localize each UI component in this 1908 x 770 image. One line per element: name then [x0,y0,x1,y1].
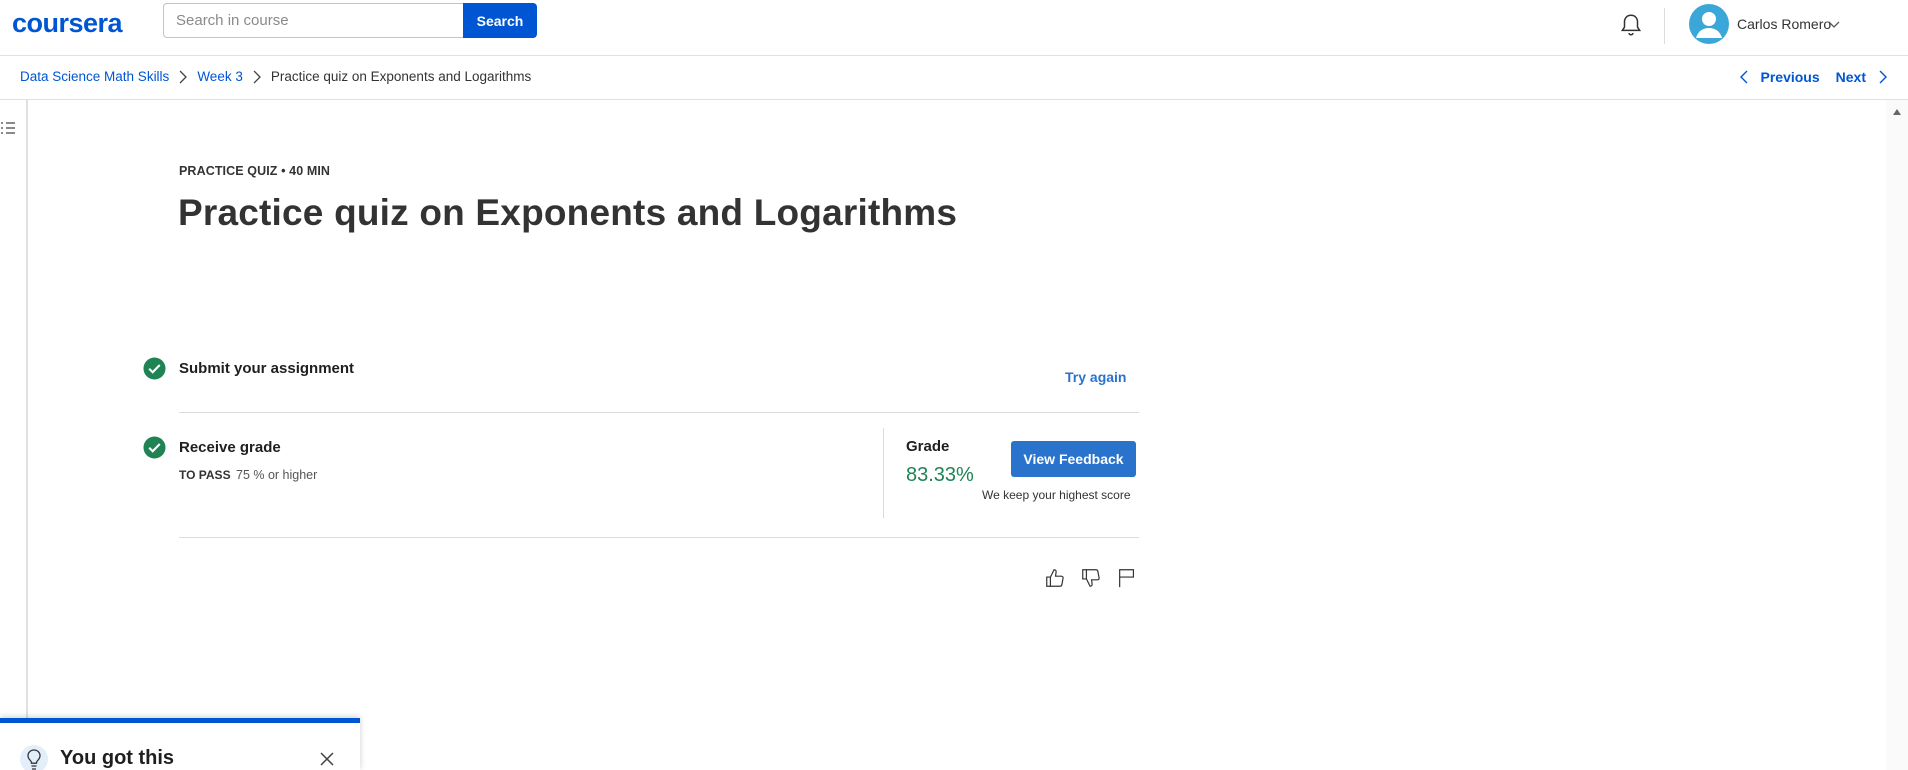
course-menu-icon[interactable] [0,120,16,136]
item-type-label: PRACTICE QUIZ • 40 MIN [179,164,331,178]
header-divider [1664,8,1665,44]
breadcrumb: Data Science Math Skills Week 3 Practice… [20,69,531,84]
to-pass-label: TO PASS [179,468,231,482]
chevron-right-icon [253,70,261,83]
breadcrumb-bar: Data Science Math Skills Week 3 Practice… [0,56,1908,100]
to-pass-value: 75 % or higher [236,468,318,482]
grade-label: Grade [906,438,950,455]
thumbs-down-icon[interactable] [1080,566,1102,590]
highest-score-note: We keep your highest score [982,488,1131,502]
try-again-link[interactable]: Try again [1065,369,1126,385]
top-header: coursera Search Carlos Romero [0,0,1908,56]
submit-step-title: Submit your assignment [179,360,355,377]
chevron-down-icon[interactable] [1828,19,1840,29]
page-title: Practice quiz on Exponents and Logarithm… [178,192,958,233]
search-button[interactable]: Search [463,3,537,38]
divider [179,412,1139,413]
view-feedback-button[interactable]: View Feedback [1011,441,1136,477]
divider [179,537,1139,538]
chevron-right-icon [179,70,188,83]
toast-title: You got this [60,747,175,769]
grade-value: 83.33% [906,464,974,486]
avatar[interactable] [1689,4,1729,44]
grade-divider [883,428,884,518]
vertical-scrollbar[interactable] [1886,100,1908,770]
receive-grade-title: Receive grade [179,439,281,456]
search-input[interactable] [163,3,463,38]
user-icon [1696,12,1722,38]
bell-icon[interactable] [1618,12,1644,38]
close-icon[interactable] [319,751,335,767]
thumbs-up-icon[interactable] [1044,566,1066,590]
previous-link[interactable]: Previous [1761,69,1820,85]
breadcrumb-course[interactable]: Data Science Math Skills [20,69,169,84]
breadcrumb-week[interactable]: Week 3 [197,69,243,84]
next-link[interactable]: Next [1836,69,1866,85]
left-rail [0,100,28,770]
prev-next-nav: Previous Next [1739,69,1889,85]
user-name[interactable]: Carlos Romero [1737,16,1831,32]
coach-toast: You got this [0,718,360,770]
lightbulb-icon [20,745,48,770]
flag-icon[interactable] [1116,566,1138,590]
check-circle-icon [143,357,166,380]
scroll-up-arrow-icon[interactable] [1892,108,1902,116]
chevron-left-icon[interactable] [1739,70,1749,84]
coursera-logo[interactable]: coursera [12,8,123,39]
chevron-right-icon[interactable] [1878,70,1888,84]
breadcrumb-current: Practice quiz on Exponents and Logarithm… [270,69,532,84]
check-circle-icon [143,436,166,459]
